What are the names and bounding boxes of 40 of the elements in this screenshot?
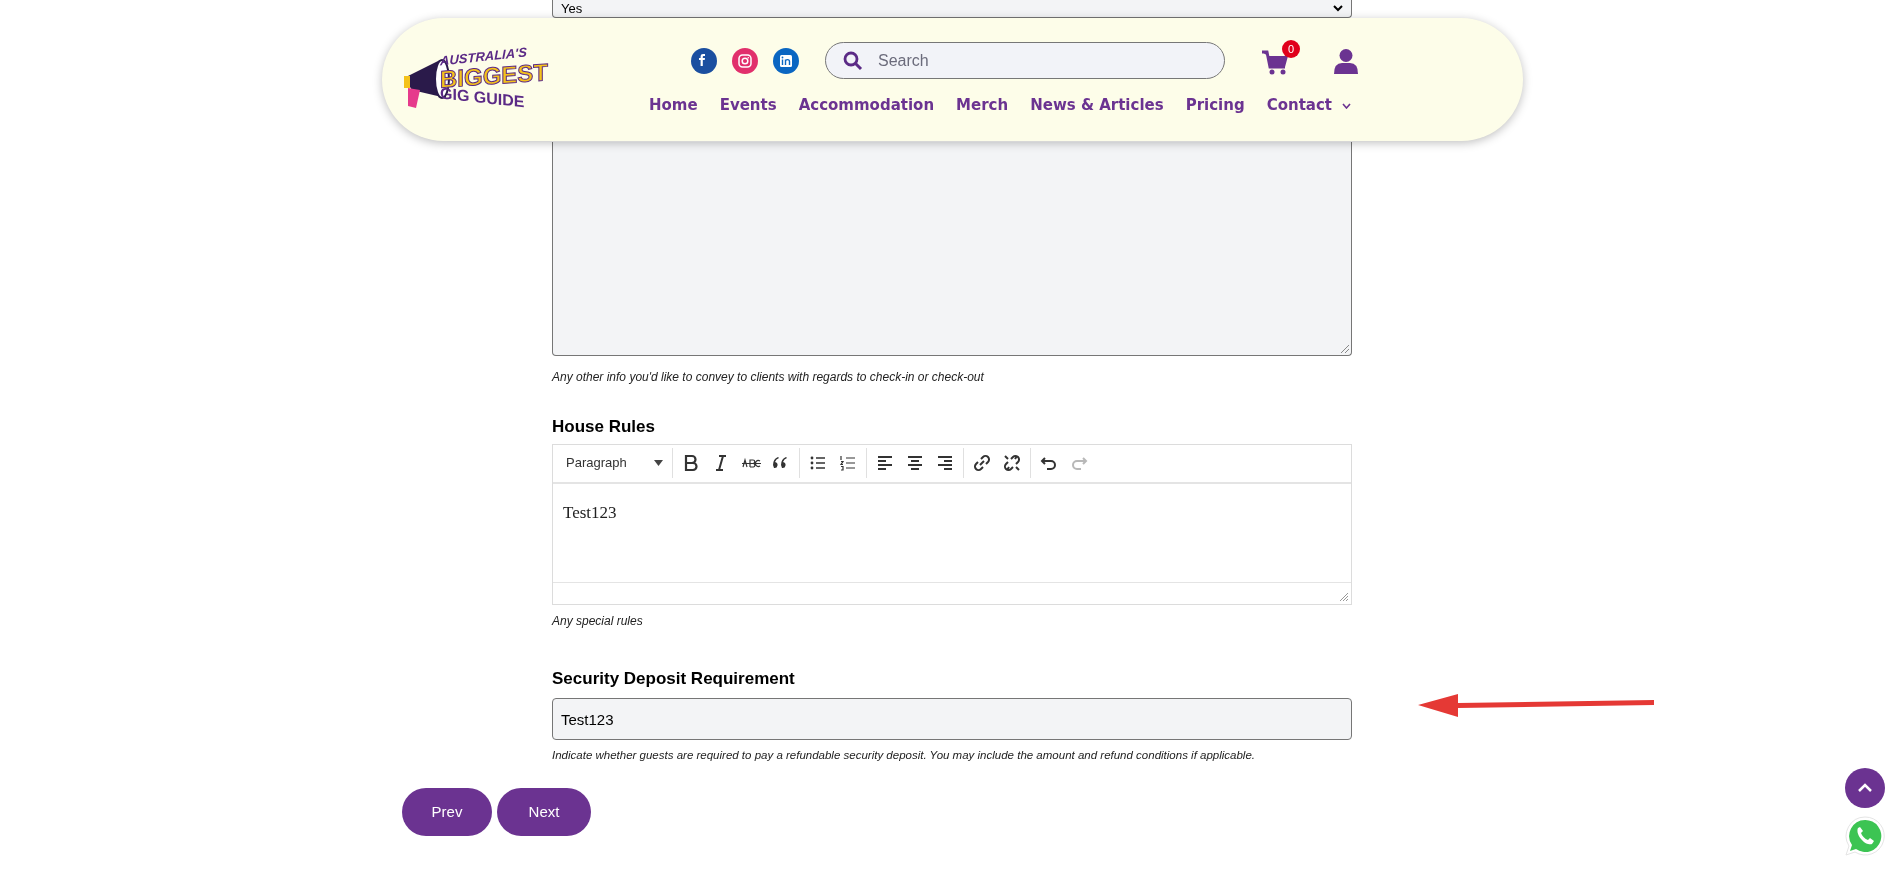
chevron-up-icon — [1857, 783, 1873, 793]
select-field[interactable]: Yes — [552, 0, 1352, 18]
facebook-icon[interactable] — [691, 47, 717, 74]
linkedin-icon[interactable] — [773, 47, 799, 74]
editor-content-area[interactable]: Test123 — [553, 483, 1351, 582]
nav-link[interactable]: Events — [719, 94, 777, 117]
resize-handle-icon[interactable] — [1340, 592, 1348, 601]
user-icon[interactable] — [1333, 47, 1359, 74]
numbered-list-icon — [838, 453, 858, 473]
nav-link[interactable]: Pricing — [1185, 94, 1245, 117]
nav-link[interactable]: Merch — [956, 94, 1009, 117]
resize-handle-icon[interactable] — [1341, 345, 1349, 353]
prev-button[interactable]: Prev — [402, 788, 492, 837]
field-hint: Indicate whether guests are required to pay a refundable security deposit. You may include the amount and refund conditions if applicable. — [552, 748, 1255, 763]
link-icon — [972, 453, 992, 473]
nav-link[interactable]: News & Articles — [1030, 94, 1164, 117]
align-right-icon — [935, 453, 955, 473]
search-field[interactable]: Search — [825, 42, 1225, 80]
nav-link[interactable]: Accommodation — [798, 94, 935, 117]
instagram-icon[interactable] — [732, 47, 758, 74]
nav-link[interactable]: Contact — [1266, 94, 1351, 117]
chevron-down-icon — [1333, 5, 1343, 12]
align-left-icon — [875, 453, 895, 473]
field-hint: Any special rules — [552, 612, 643, 630]
textarea-field[interactable] — [552, 142, 1352, 356]
search-icon — [843, 51, 863, 72]
field-label: House Rules — [552, 416, 655, 438]
scroll-top-button[interactable] — [1845, 768, 1885, 808]
next-button[interactable]: Next — [497, 788, 591, 837]
format-dropdown[interactable]: Paragraph — [561, 453, 669, 473]
field-label: Security Deposit Requirement — [552, 667, 795, 690]
unlink-icon — [1002, 453, 1022, 473]
field-hint: Any other info you'd like to convey to clients with regards to check-in or check-out — [552, 369, 984, 386]
site-logo[interactable]: AUSTRALIA'S BIGGEST GIG GUIDE — [400, 43, 550, 116]
cart-icon[interactable] — [1261, 49, 1289, 76]
dropdown-caret-icon — [654, 460, 663, 466]
cart-count-badge: 0 — [1282, 39, 1300, 58]
nav-link[interactable]: Home — [649, 94, 698, 117]
input-field[interactable]: Test123 — [552, 698, 1352, 740]
align-center-icon — [905, 453, 925, 473]
